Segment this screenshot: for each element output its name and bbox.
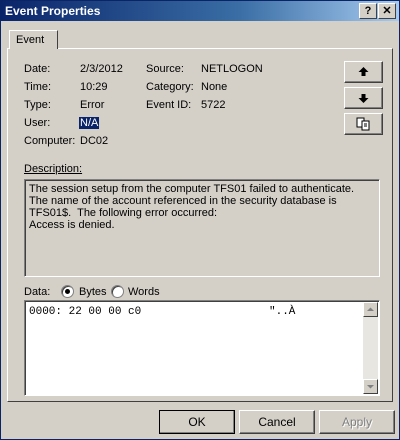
data-textbox[interactable]: 0000: 22 00 00 c0 "..À: [24, 300, 380, 396]
data-ascii-line: "..À: [269, 306, 296, 318]
radio-selected-dot: [65, 289, 70, 294]
next-event-button[interactable]: [344, 87, 383, 109]
description-label: Description:: [24, 163, 82, 175]
category-value: None: [201, 81, 228, 93]
category-label: Category:: [146, 81, 194, 93]
tab-event-label: Event: [16, 34, 45, 46]
date-value: 2/3/2012: [80, 63, 123, 75]
arrow-up-icon: [358, 67, 369, 76]
arrow-down-icon: [358, 94, 369, 103]
copy-button[interactable]: [344, 113, 383, 135]
event-id-value: 5722: [201, 99, 226, 111]
event-properties-dialog: Event Properties ? ✕ Event Date: 2/3/201…: [0, 0, 400, 440]
description-textbox[interactable]: The session setup from the computer TFS0…: [24, 179, 380, 277]
cancel-button[interactable]: Cancel: [239, 410, 315, 434]
data-scrollbar[interactable]: [363, 302, 378, 394]
apply-button[interactable]: Apply: [319, 410, 395, 434]
description-label-text: Description:: [24, 163, 83, 175]
tab-event[interactable]: Event: [9, 30, 58, 49]
time-label: Time:: [24, 81, 52, 93]
scroll-down-button[interactable]: [363, 379, 378, 394]
user-value[interactable]: N/A: [79, 117, 100, 129]
help-button[interactable]: ?: [359, 3, 377, 19]
event-id-label: Event ID:: [146, 99, 192, 111]
computer-value: DC02: [80, 135, 109, 147]
scroll-up-button[interactable]: [363, 302, 378, 317]
type-label: Type:: [24, 99, 51, 111]
description-text: The session setup from the computer TFS0…: [29, 183, 355, 231]
scroll-up-arrow-icon: [367, 307, 374, 311]
time-value: 10:29: [80, 81, 108, 93]
previous-event-button[interactable]: [344, 61, 383, 83]
data-hex-line: 0000: 22 00 00 c0: [29, 306, 142, 318]
scroll-down-arrow-icon: [367, 385, 374, 389]
user-label: User:: [24, 117, 51, 129]
data-label: Data:: [24, 286, 51, 298]
words-radio-label[interactable]: Words: [128, 286, 160, 298]
words-radio[interactable]: [111, 285, 124, 298]
source-value: NETLOGON: [201, 63, 263, 75]
window-title: Event Properties: [5, 4, 101, 18]
type-value: Error: [80, 99, 105, 111]
date-label: Date:: [24, 63, 51, 75]
copy-icon: [356, 117, 370, 131]
event-panel: Date: 2/3/2012 Time: 10:29 Type: Error U…: [7, 48, 393, 402]
ok-button[interactable]: OK: [159, 410, 235, 434]
title-bar: Event Properties ? ✕: [1, 1, 399, 21]
bytes-radio[interactable]: [61, 285, 74, 298]
bytes-radio-label[interactable]: Bytes: [79, 286, 107, 298]
computer-label: Computer:: [24, 135, 76, 147]
source-label: Source:: [146, 63, 184, 75]
close-button[interactable]: ✕: [378, 3, 396, 19]
